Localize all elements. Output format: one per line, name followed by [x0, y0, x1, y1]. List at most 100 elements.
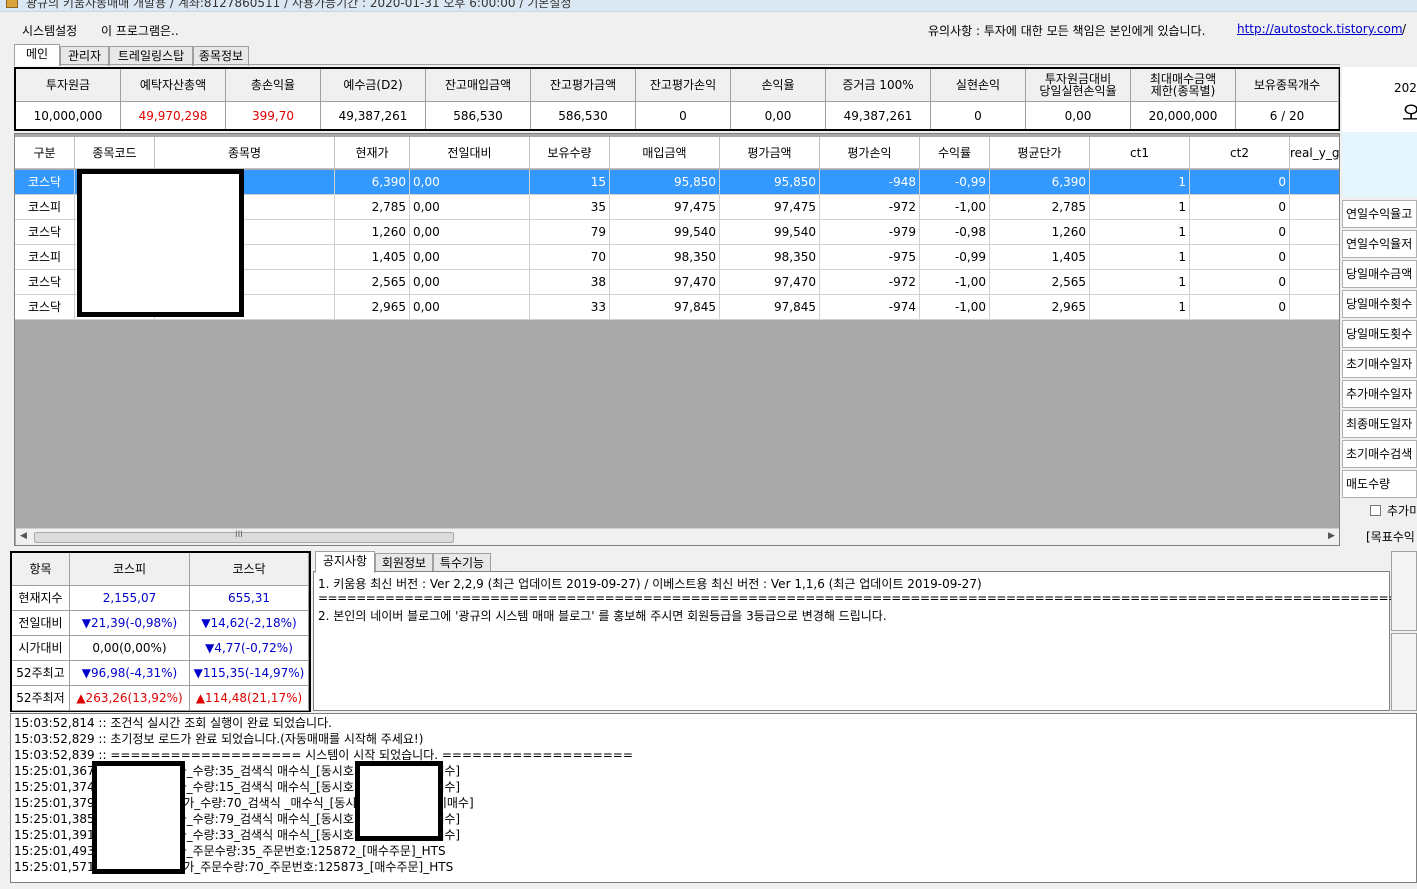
sort-button-3[interactable]: 당일매수금액	[1342, 260, 1417, 288]
grid-cell: -948	[820, 170, 920, 195]
summary-value: 0	[931, 102, 1026, 129]
right-info-area: 2020 오	[1342, 67, 1417, 132]
disclaimer-text: 유의사항 : 투자에 대한 모든 책임은 본인에게 있습니다.	[928, 24, 1206, 38]
side-button-top[interactable]	[1391, 551, 1417, 631]
scroll-left-icon[interactable]: ◀	[20, 531, 27, 541]
grid-cell: 0	[1190, 270, 1290, 295]
grid-cell: 70	[530, 245, 610, 270]
sort-button-1[interactable]: 연일수익율고	[1342, 200, 1417, 228]
grid-cell: 0,00	[410, 245, 530, 270]
tab-admin[interactable]: 관리자	[60, 46, 109, 66]
add-buy-checkbox-label: 추가미	[1387, 504, 1417, 518]
grid-cell: -975	[820, 245, 920, 270]
grid-cell: 97,470	[610, 270, 720, 295]
grid-cell	[1290, 270, 1339, 295]
grid-column-header[interactable]: 종목명	[155, 137, 335, 169]
grid-column-header[interactable]: 종목코드	[75, 137, 155, 169]
grid-cell: 1	[1090, 270, 1190, 295]
sort-button-7[interactable]: 추가매수일자	[1342, 380, 1417, 408]
grid-cell: 97,470	[720, 270, 820, 295]
right-big-text: 오	[1402, 101, 1417, 125]
grid-cell: 97,475	[610, 195, 720, 220]
tab-trailing-stop[interactable]: 트레일링스탑	[109, 46, 193, 66]
right-blank-area	[1342, 132, 1417, 197]
sort-button-6[interactable]: 초기매수일자	[1342, 350, 1417, 378]
scroll-right-icon[interactable]: ▶	[1328, 531, 1335, 541]
log-line: 15:25:01,571 :: S_주문가:시장가_주문수량:70_주문번호:1…	[14, 860, 454, 874]
grid-cell: 1	[1090, 170, 1190, 195]
grid-cell: 98,350	[610, 245, 720, 270]
summary-value: 0	[636, 102, 731, 129]
tab-member-info[interactable]: 회원정보	[375, 553, 433, 573]
grid-column-header[interactable]: 현재가	[335, 137, 410, 169]
log-panel[interactable]: 15:03:52,814 :: 조건식 실시간 조회 실행이 완료 되었습니다.…	[10, 713, 1417, 883]
grid-cell: 코스닥	[15, 295, 75, 320]
sort-button-10[interactable]: 매도수량	[1342, 470, 1417, 498]
blog-link[interactable]: http://autostock.tistory.com	[1237, 22, 1403, 36]
summary-value: 10,000,000	[16, 102, 121, 129]
log-line: 15:25:01,493 :: _주문가:시장가_주문수량:35_주문번호:12…	[14, 844, 446, 858]
sort-button-4[interactable]: 당일매수횟수	[1342, 290, 1417, 318]
grid-cell	[1290, 295, 1339, 320]
index-row-label: 시가대비	[12, 636, 70, 661]
grid-cell: 35	[530, 195, 610, 220]
log-line: 15:03:52,814 :: 조건식 실시간 조회 실행이 완료 되었습니다.	[14, 716, 332, 730]
side-button-bottom[interactable]	[1391, 633, 1417, 711]
grid-column-header[interactable]: 평가금액	[720, 137, 820, 169]
summary-value: 0,00	[731, 102, 826, 129]
kosdaq-value: ▼14,62(-2,18%)	[190, 611, 309, 636]
grid-column-header[interactable]: 보유수량	[530, 137, 610, 169]
right-side-panel: 2020 오 연일수익율고연일수익율저당일매수금액당일매수횟수당일매도횟수초기매…	[1342, 67, 1417, 547]
summary-value: 6 / 20	[1236, 102, 1339, 129]
summary-header: 총손익율	[226, 69, 321, 102]
grid-column-header[interactable]: real_y_g	[1290, 137, 1339, 169]
tab-main[interactable]: 메인	[14, 44, 60, 66]
grid-column-header[interactable]: 평균단가	[990, 137, 1090, 169]
redaction-box	[92, 761, 185, 874]
scrollbar-thumb[interactable]: III	[34, 530, 454, 543]
index-row-label: 현재지수	[12, 586, 70, 611]
sort-button-2[interactable]: 연일수익율저	[1342, 230, 1417, 258]
grid-column-header[interactable]: 구분	[15, 137, 75, 169]
grid-cell: -1,00	[920, 270, 990, 295]
grid-cell: 0,00	[410, 270, 530, 295]
sort-button-9[interactable]: 초기매수검색	[1342, 440, 1417, 468]
grid-column-header[interactable]: 수익률	[920, 137, 990, 169]
market-index-table: 항목 코스피 코스닥 현재지수 2,155,07 655,31 전일대비 ▼21,39(-0,…	[10, 551, 311, 712]
grid-cell: 코스닥	[15, 270, 75, 295]
notice-line: 1. 키움용 최신 버전 : Ver 2,2,9 (최근 업데이트 2019-0…	[318, 577, 982, 591]
grid-column-header[interactable]: 전일대비	[410, 137, 530, 169]
grid-cell: 1	[1090, 220, 1190, 245]
summary-header: 투자원금대비 당일실현손익율	[1026, 69, 1131, 102]
summary-value: 49,387,261	[321, 102, 426, 129]
sort-button-8[interactable]: 최종매도일자	[1342, 410, 1417, 438]
grid-cell: -972	[820, 195, 920, 220]
menu-about[interactable]: 이 프로그램은..	[101, 22, 179, 39]
summary-header: 잔고평가손익	[636, 69, 731, 102]
sort-button-5[interactable]: 당일매도횟수	[1342, 320, 1417, 348]
grid-column-header[interactable]: 매입금액	[610, 137, 720, 169]
tab-notice[interactable]: 공지사항	[315, 551, 375, 573]
add-buy-checkbox[interactable]	[1370, 505, 1381, 516]
grid-cell: 1	[1090, 195, 1190, 220]
tab-stock-info[interactable]: 종목정보	[193, 46, 249, 66]
grid-column-header[interactable]: ct1	[1090, 137, 1190, 169]
summary-header: 최대매수금액 제한(종목별)	[1131, 69, 1236, 102]
summary-header: 투자원금	[16, 69, 121, 102]
grid-cell: 0	[1190, 245, 1290, 270]
grid-cell: 0	[1190, 170, 1290, 195]
menu-system-settings[interactable]: 시스템설정	[22, 22, 77, 39]
redaction-box	[355, 761, 443, 841]
grid-column-header[interactable]: ct2	[1190, 137, 1290, 169]
redaction-box	[77, 169, 244, 317]
grid-cell: 0,00	[410, 195, 530, 220]
grid-column-header[interactable]: 평가손익	[820, 137, 920, 169]
log-line: 15:03:52,829 :: 초기정보 로드가 완료 되었습니다.(자동매매를…	[14, 732, 424, 746]
grid-cell: 97,845	[610, 295, 720, 320]
grid-horizontal-scrollbar[interactable]: ◀ III ▶	[16, 528, 1339, 545]
tab-special-functions[interactable]: 특수기능	[433, 553, 491, 573]
grid-cell: 0	[1190, 295, 1290, 320]
kosdaq-value: ▲114,48(21,17%)	[190, 686, 309, 711]
grid-cell	[1290, 195, 1339, 220]
grid-cell: -0,98	[920, 220, 990, 245]
